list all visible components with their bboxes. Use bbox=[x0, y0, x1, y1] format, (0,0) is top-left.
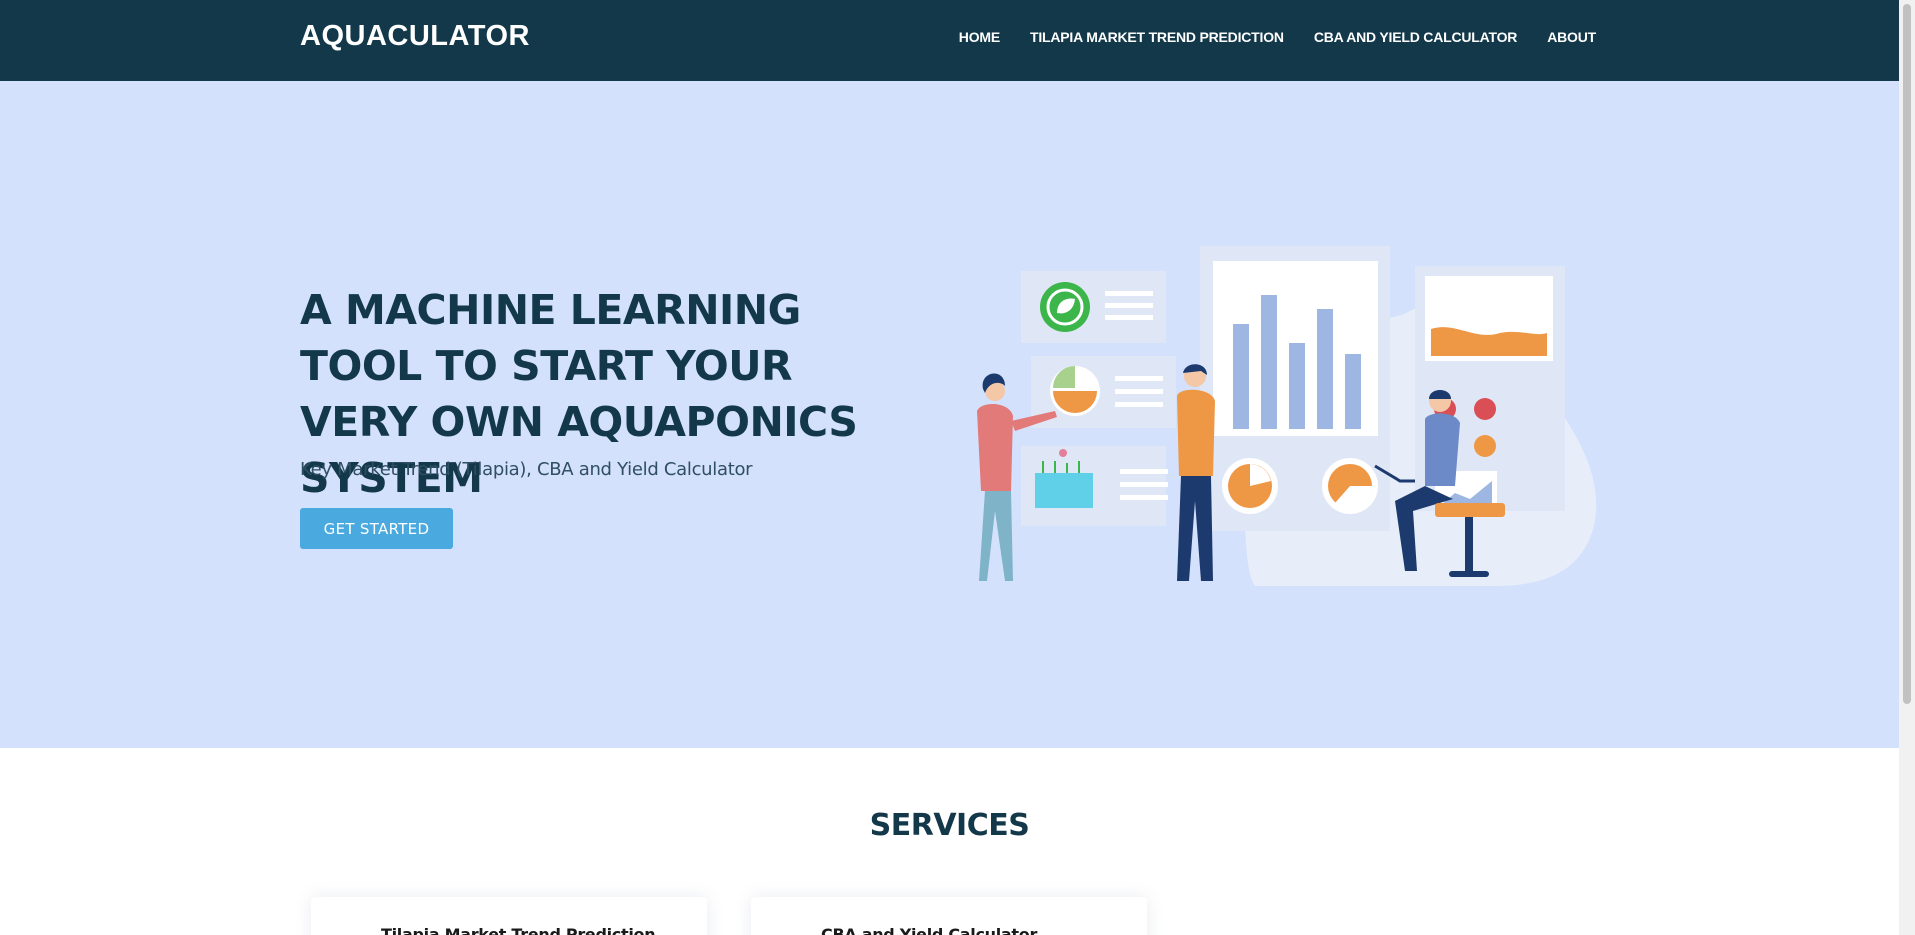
hero-illustration bbox=[977, 246, 1597, 586]
scrollbar-thumb[interactable] bbox=[1903, 4, 1911, 704]
hero-section: A MACHINE LEARNING TOOL TO START YOUR VE… bbox=[0, 81, 1899, 748]
page: AQUACULATOR HOME TILAPIA MARKET TREND PR… bbox=[0, 0, 1899, 935]
nav-tilapia-market-trend[interactable]: TILAPIA MARKET TREND PREDICTION bbox=[1030, 29, 1284, 45]
service-card-cba[interactable]: CBA and Yield Calculator bbox=[751, 897, 1147, 935]
nav-cba-yield-calculator[interactable]: CBA AND YIELD CALCULATOR bbox=[1314, 29, 1518, 45]
service-card-tilapia[interactable]: Tilapia Market Trend Prediction bbox=[311, 897, 707, 935]
service-card-title: CBA and Yield Calculator bbox=[821, 925, 1038, 935]
main-nav: HOME TILAPIA MARKET TREND PREDICTION CBA… bbox=[959, 29, 1596, 45]
service-card-title: Tilapia Market Trend Prediction bbox=[381, 925, 656, 935]
site-header: AQUACULATOR HOME TILAPIA MARKET TREND PR… bbox=[0, 0, 1899, 81]
services-title: SERVICES bbox=[869, 808, 1030, 843]
site-logo[interactable]: AQUACULATOR bbox=[300, 20, 530, 53]
hero-subtitle: Key Market Trend (Tilapia), CBA and Yiel… bbox=[300, 459, 753, 480]
standing-man-figure bbox=[1177, 364, 1215, 581]
get-started-button[interactable]: GET STARTED bbox=[300, 508, 453, 549]
nav-home[interactable]: HOME bbox=[959, 29, 1000, 45]
aquaponics-icon bbox=[1035, 473, 1093, 508]
page-scrollbar[interactable] bbox=[1899, 0, 1915, 935]
nav-about[interactable]: ABOUT bbox=[1547, 29, 1596, 45]
